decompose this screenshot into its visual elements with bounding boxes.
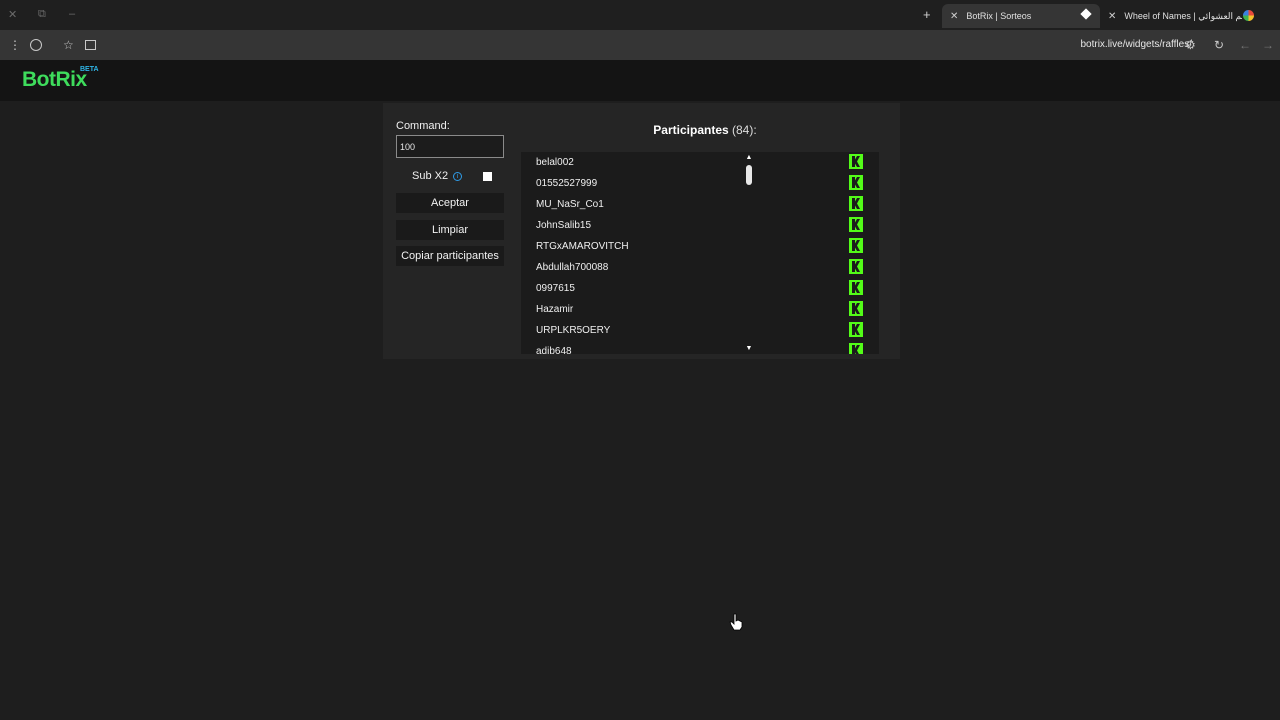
participant-name: belal002	[536, 157, 574, 168]
clear-button[interactable]: Limpiar	[396, 220, 504, 240]
restore-window-icon[interactable]: ⧉	[38, 8, 46, 21]
tab-wheel-of-names[interactable]: ✕ Wheel of Names | اسم العشوائي	[1100, 4, 1260, 28]
raffle-panel: Command: Sub X2 i Aceptar Limpiar Copiar…	[383, 103, 900, 359]
participant-row[interactable]: Hazamir	[521, 299, 879, 320]
profile-icon[interactable]	[30, 39, 42, 51]
participant-row[interactable]: belal002	[521, 152, 879, 173]
participants-count: (84):	[732, 123, 757, 137]
kick-icon	[849, 238, 863, 253]
kick-icon	[849, 343, 863, 354]
scroll-down-icon[interactable]: ▼	[745, 345, 753, 353]
hand-cursor-icon	[729, 613, 743, 631]
kick-icon	[849, 280, 863, 295]
sub-x2-checkbox[interactable]	[483, 172, 492, 181]
reader-mode-icon[interactable]	[85, 40, 96, 50]
participant-row[interactable]: MU_NaSr_Co1	[521, 194, 879, 215]
participants-heading: Participantes	[653, 123, 729, 137]
participant-row[interactable]: RTGxAMAROVITCH	[521, 236, 879, 257]
tab-botrix[interactable]: ✕ BotRix | Sorteos	[942, 4, 1100, 28]
browser-tab-bar: ✕ ⧉ – + ✕ BotRix | Sorteos ✕ Wheel of Na…	[0, 0, 1280, 30]
participant-name: adib648	[536, 346, 572, 354]
participant-row[interactable]: 01552527999	[521, 173, 879, 194]
wheel-favicon-icon	[1243, 10, 1254, 21]
new-tab-button[interactable]: +	[923, 7, 931, 22]
beta-badge: BETA	[80, 66, 99, 73]
back-icon[interactable]: ←	[1239, 38, 1251, 52]
forward-icon[interactable]: →	[1262, 38, 1274, 52]
kick-icon	[849, 154, 863, 169]
participants-title: Participantes (84):	[520, 123, 890, 137]
botrix-logo[interactable]: BotRix	[22, 68, 87, 92]
kick-icon	[849, 196, 863, 211]
sub-x2-row: Sub X2 i	[412, 170, 463, 182]
site-header: BotRix BETA	[0, 60, 1280, 101]
reload-icon[interactable]: ↻	[1214, 38, 1224, 52]
participant-row[interactable]: URPLKR5OERY	[521, 320, 879, 341]
participant-name: 0997615	[536, 283, 575, 294]
participant-name: 01552527999	[536, 178, 598, 189]
participant-name: JohnSalib15	[536, 220, 592, 231]
scrollbar[interactable]: ▲ ▼	[745, 152, 753, 354]
command-input[interactable]	[396, 135, 504, 158]
kick-icon	[849, 259, 863, 274]
participant-name: URPLKR5OERY	[536, 325, 611, 336]
star-icon[interactable]: ☆	[63, 38, 74, 52]
participant-row[interactable]: Abdullah700088	[521, 257, 879, 278]
scroll-up-icon[interactable]: ▲	[745, 154, 753, 162]
participant-name: Abdullah700088	[536, 262, 609, 273]
participant-row[interactable]: adib648	[521, 341, 879, 354]
tab-title: Wheel of Names | اسم العشوائي	[1124, 10, 1242, 21]
close-icon[interactable]: ✕	[950, 11, 958, 22]
participant-name: Hazamir	[536, 304, 574, 315]
kick-icon	[849, 301, 863, 316]
info-icon[interactable]: i	[453, 171, 463, 181]
close-icon[interactable]: ✕	[1108, 11, 1116, 22]
scrollbar-thumb[interactable]	[746, 165, 752, 185]
kick-icon	[849, 217, 863, 232]
accept-button[interactable]: Aceptar	[396, 193, 504, 213]
kick-icon	[849, 175, 863, 190]
participant-row[interactable]: 0997615	[521, 278, 879, 299]
address-bar[interactable]: botrix.live/widgets/raffles/	[1080, 39, 1192, 50]
participant-name: RTGxAMAROVITCH	[536, 241, 629, 252]
close-window-icon[interactable]: ✕	[8, 8, 17, 21]
command-label: Command:	[396, 120, 450, 132]
participant-row[interactable]: JohnSalib15	[521, 215, 879, 236]
tab-title: BotRix | Sorteos	[966, 11, 1032, 21]
menu-icon[interactable]: ⋮	[9, 38, 21, 52]
tab-favicon-icon	[1080, 8, 1092, 20]
copy-participants-button[interactable]: Copiar participantes	[396, 246, 504, 266]
participants-list[interactable]: belal002 01552527999 MU_NaSr_Co1 JohnSalib1…	[521, 152, 879, 354]
browser-toolbar: ⋮ ☆ botrix.live/widgets/raffles/ ⚙ ↻ ← →	[0, 30, 1280, 60]
minimize-window-icon[interactable]: –	[69, 8, 75, 20]
site-settings-icon[interactable]: ⚙	[1185, 38, 1196, 52]
kick-icon	[849, 322, 863, 337]
participant-name: MU_NaSr_Co1	[536, 199, 604, 210]
sub-x2-label: Sub X2	[412, 170, 449, 182]
